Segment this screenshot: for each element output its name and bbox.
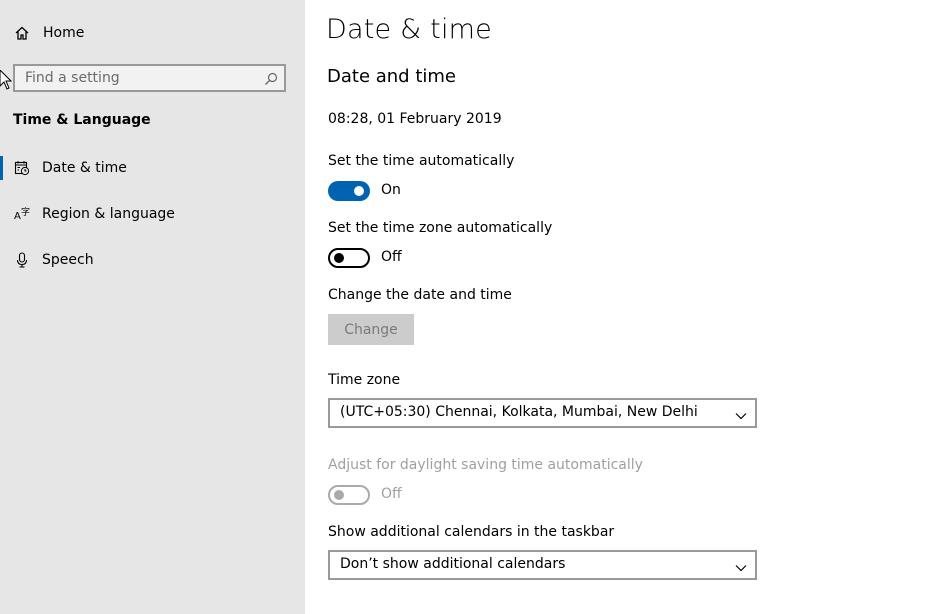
auto-timezone-toggle[interactable] [328,248,370,268]
calendars-label: Show additional calendars in the taskbar [328,524,615,540]
section-heading: Date and time [327,66,456,87]
svg-text:A: A [14,211,21,222]
search-icon[interactable] [264,71,278,85]
change-button[interactable]: Change [328,314,414,345]
change-datetime-label: Change the date and time [328,287,512,303]
time-zone-select[interactable]: (UTC+05:30) Chennai, Kolkata, Mumbai, Ne… [328,398,757,428]
time-zone-value: (UTC+05:30) Chennai, Kolkata, Mumbai, Ne… [340,404,698,420]
sidebar-item-label: Speech [42,252,94,268]
daylight-toggle [328,485,370,505]
home-icon [13,24,31,42]
auto-timezone-label: Set the time zone automatically [328,220,553,236]
sidebar-item-label: Date & time [42,160,127,176]
toggle-knob [334,490,344,500]
calendars-select[interactable]: Don’t show additional calendars [328,550,757,580]
page-title: Date & time [326,14,492,45]
sidebar-item-label: Region & language [42,206,175,222]
main-content: Date & time Date and time 08:28, 01 Febr… [305,0,935,614]
current-datetime: 08:28, 01 February 2019 [328,111,502,127]
daylight-state: Off [381,486,402,502]
chevron-down-icon [735,407,747,420]
sidebar-item-speech[interactable]: Speech [0,240,305,280]
sidebar-item-region-language[interactable]: A字 Region & language [0,194,305,234]
daylight-label: Adjust for daylight saving time automati… [328,457,643,473]
calendar-clock-icon [13,159,31,177]
search-input[interactable]: Find a setting [13,64,286,92]
toggle-knob [334,253,344,263]
microphone-icon [13,251,31,269]
language-icon: A字 [13,205,31,223]
sidebar: Home Find a setting Time & Language Date… [0,0,305,614]
search-placeholder: Find a setting [25,70,120,86]
auto-time-toggle[interactable] [328,181,370,201]
svg-text:字: 字 [21,206,30,218]
time-zone-label: Time zone [328,372,401,388]
auto-timezone-state: Off [381,249,402,265]
toggle-knob [354,186,364,196]
nav-home-label: Home [43,25,85,41]
mouse-cursor-icon [0,70,12,90]
auto-time-label: Set the time automatically [328,153,515,169]
section-title: Time & Language [13,112,151,128]
chevron-down-icon [735,559,747,572]
calendars-value: Don’t show additional calendars [340,556,566,572]
nav-home[interactable]: Home [0,13,305,53]
auto-time-state: On [381,182,401,198]
sidebar-item-date-time[interactable]: Date & time [0,148,305,188]
